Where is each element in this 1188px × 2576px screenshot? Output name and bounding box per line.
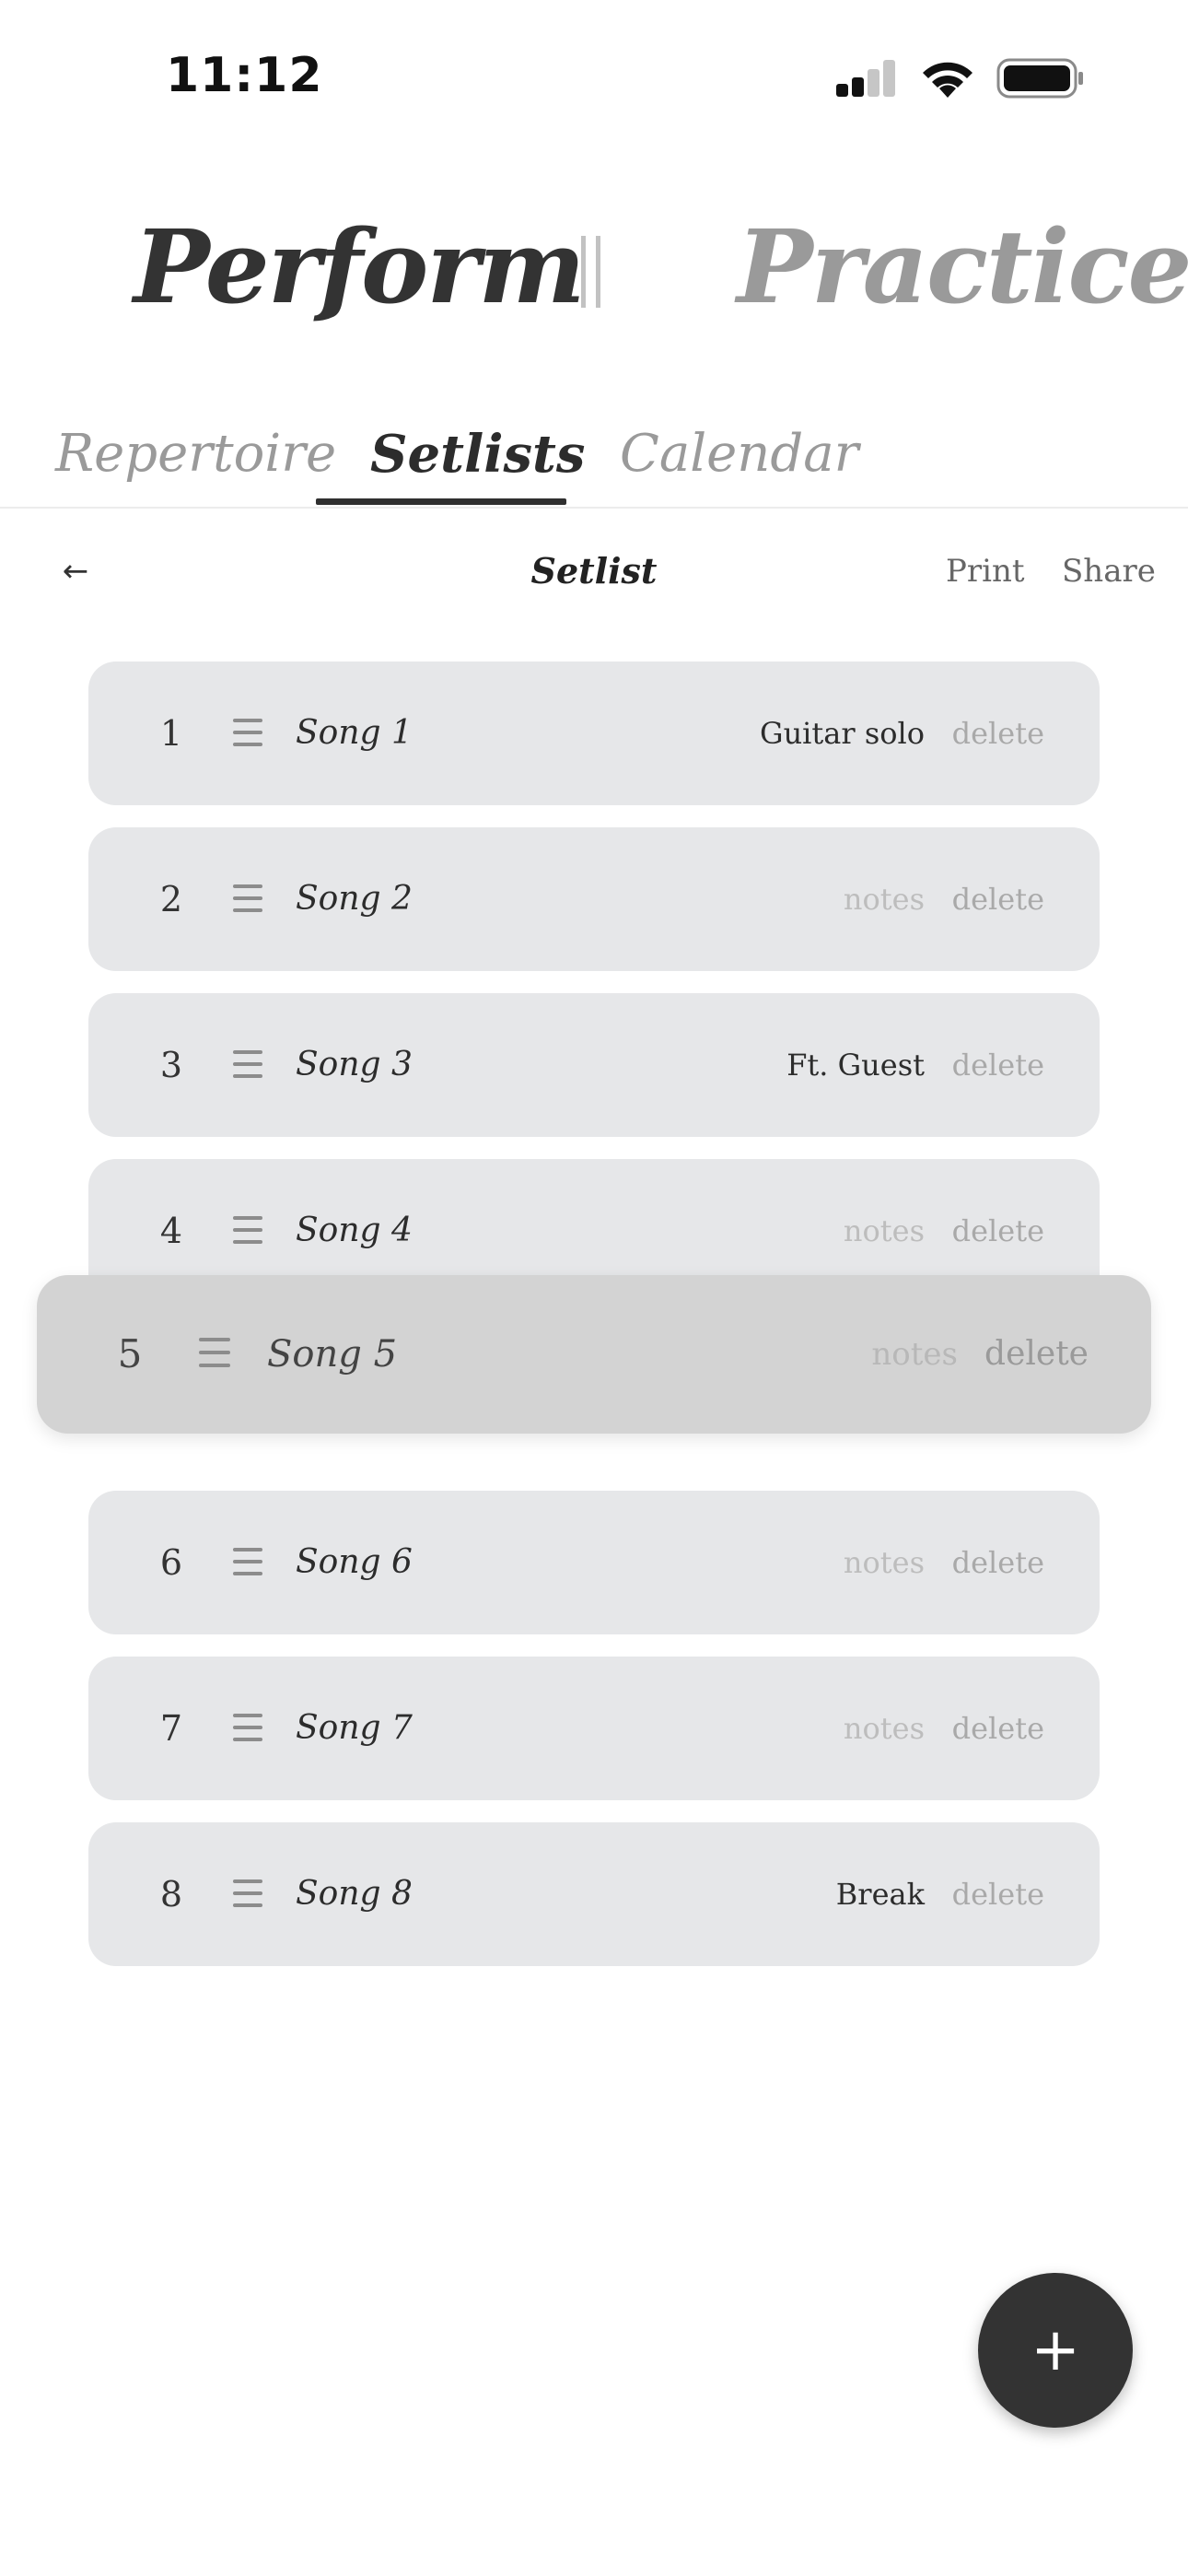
tab-bar: Repertoire Setlists Calendar — [0, 387, 1188, 509]
mode-divider-icon — [578, 236, 606, 310]
delete-button[interactable]: delete — [984, 1275, 1089, 1434]
battery-icon — [996, 58, 1083, 99]
print-button[interactable]: Print — [946, 534, 1025, 608]
drag-handle-icon[interactable] — [233, 1548, 262, 1575]
drag-handle-icon[interactable] — [233, 1879, 262, 1907]
drag-handle-icon[interactable] — [233, 1714, 262, 1741]
song-number: 5 — [117, 1331, 143, 1376]
song-row[interactable]: 8 Song 8 Break delete — [88, 1822, 1100, 1966]
delete-button[interactable]: delete — [952, 1822, 1044, 1966]
tab-active-indicator — [316, 498, 566, 505]
tab-setlists[interactable]: Setlists — [370, 404, 585, 505]
song-number: 6 — [159, 1542, 183, 1583]
song-row[interactable]: 3 Song 3 Ft. Guest delete — [88, 993, 1100, 1137]
back-button[interactable]: ← — [48, 544, 103, 599]
drag-handle-icon[interactable] — [233, 884, 262, 912]
song-number: 2 — [159, 879, 183, 919]
status-bar: 11:12 — [0, 0, 1188, 157]
song-notes[interactable]: notes — [844, 827, 925, 971]
drag-handle-icon[interactable] — [233, 719, 262, 746]
song-row[interactable]: 2 Song 2 notes delete — [88, 827, 1100, 971]
setlist-toolbar: Setlist ← Print Share — [0, 534, 1188, 608]
add-song-button[interactable]: + — [978, 2273, 1133, 2428]
status-icons — [834, 57, 1085, 100]
delete-button[interactable]: delete — [952, 827, 1044, 971]
mode-switch: Perform Practice — [0, 193, 1188, 341]
status-time: 11:12 — [166, 48, 323, 103]
delete-button[interactable]: delete — [952, 662, 1044, 805]
song-notes[interactable]: notes — [844, 1657, 925, 1800]
tab-repertoire[interactable]: Repertoire — [55, 404, 336, 505]
delete-button[interactable]: delete — [952, 1491, 1044, 1634]
mode-practice[interactable]: Practice — [737, 193, 1188, 341]
song-title[interactable]: Song 1 — [296, 662, 413, 805]
tab-calendar[interactable]: Calendar — [620, 404, 858, 505]
delete-button[interactable]: delete — [952, 1657, 1044, 1800]
song-title[interactable]: Song 8 — [296, 1822, 413, 1966]
song-number: 7 — [159, 1708, 183, 1749]
song-notes[interactable]: notes — [844, 1491, 925, 1634]
song-notes[interactable]: Guitar solo — [760, 662, 925, 805]
song-row[interactable]: 6 Song 6 notes delete — [88, 1491, 1100, 1634]
song-row-dragging[interactable]: 5 Song 5 notes delete — [37, 1275, 1151, 1434]
song-title[interactable]: Song 7 — [296, 1657, 413, 1800]
song-title[interactable]: Song 6 — [296, 1491, 413, 1634]
signal-icon — [836, 60, 895, 97]
share-button[interactable]: Share — [1062, 534, 1156, 608]
wifi-icon — [923, 62, 973, 98]
drag-handle-icon[interactable] — [199, 1338, 230, 1367]
drag-handle-icon[interactable] — [233, 1216, 262, 1244]
drag-handle-icon[interactable] — [233, 1050, 262, 1078]
song-notes[interactable]: Ft. Guest — [786, 993, 925, 1137]
song-number: 8 — [159, 1874, 183, 1914]
arrow-left-icon: ← — [62, 553, 89, 590]
delete-button[interactable]: delete — [952, 993, 1044, 1137]
song-number: 1 — [159, 713, 183, 754]
song-title[interactable]: Song 3 — [296, 993, 413, 1137]
song-row[interactable]: 7 Song 7 notes delete — [88, 1657, 1100, 1800]
song-title[interactable]: Song 5 — [267, 1275, 397, 1434]
song-notes[interactable]: Break — [836, 1822, 925, 1966]
song-number: 3 — [159, 1045, 183, 1085]
mode-perform[interactable]: Perform — [134, 193, 586, 341]
song-title[interactable]: Song 2 — [296, 827, 413, 971]
plus-icon: + — [1031, 2316, 1080, 2384]
song-notes[interactable]: notes — [871, 1275, 958, 1434]
song-row[interactable]: 1 Song 1 Guitar solo delete — [88, 662, 1100, 805]
